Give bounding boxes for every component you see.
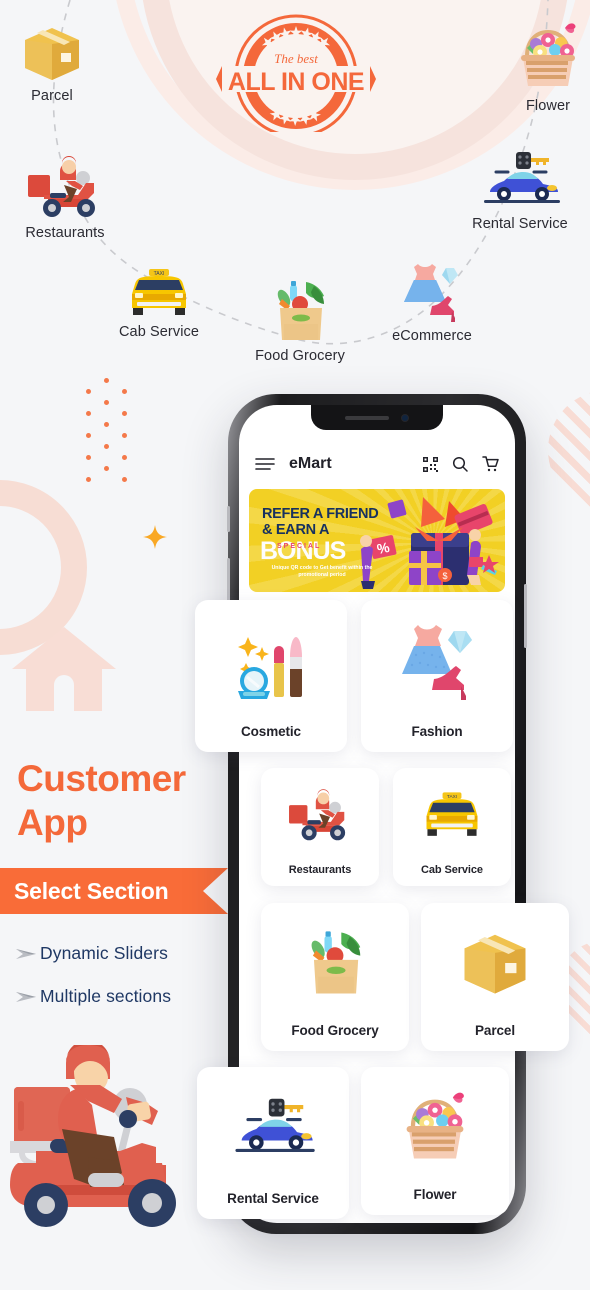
card-label: Cosmetic — [241, 724, 301, 739]
dress-heel-diamond-icon — [394, 600, 480, 724]
card-rental-service[interactable]: Rental Service — [197, 1067, 349, 1219]
grocery-bag-icon — [295, 903, 375, 1023]
flower-basket-icon — [394, 1067, 476, 1187]
card-label: Fashion — [411, 724, 463, 739]
card-food-grocery[interactable]: Food Grocery — [261, 903, 409, 1051]
parcel-box-icon — [460, 903, 530, 1023]
card-label: Restaurants — [288, 864, 352, 876]
card-label: Flower — [413, 1187, 457, 1202]
delivery-scooter-icon — [284, 768, 356, 864]
card-cab-service[interactable]: TAXI Cab Service — [393, 768, 511, 886]
section-card-grid: Cosmetic Fashion Restaurants TAXI Cab Se… — [0, 0, 590, 1290]
card-flower[interactable]: Flower — [361, 1067, 509, 1215]
cosmetic-makeup-icon — [230, 600, 312, 724]
card-fashion[interactable]: Fashion — [361, 600, 513, 752]
card-restaurants[interactable]: Restaurants — [261, 768, 379, 886]
taxi-car-icon: TAXI — [418, 768, 486, 864]
card-label: Food Grocery — [291, 1023, 379, 1038]
card-parcel[interactable]: Parcel — [421, 903, 569, 1051]
promo-poster: The best ALL IN ONE Parcel Restaurants T… — [0, 0, 590, 1290]
card-label: Parcel — [475, 1023, 515, 1038]
card-label: Cab Service — [421, 864, 483, 876]
car-key-icon — [225, 1067, 321, 1191]
card-cosmetic[interactable]: Cosmetic — [195, 600, 347, 752]
card-label: Rental Service — [227, 1191, 319, 1206]
